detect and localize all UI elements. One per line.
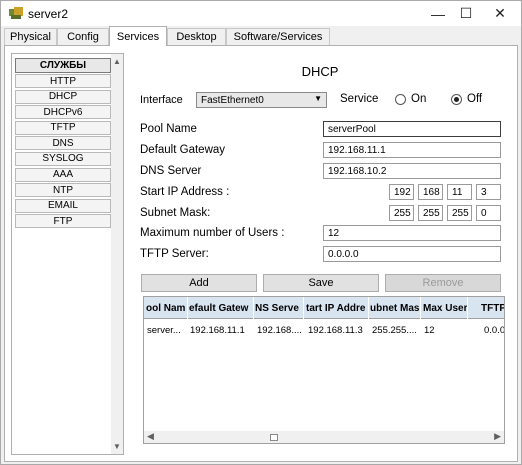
subnet-mask-octet-1[interactable]: 255: [389, 205, 414, 221]
dns-server-label: DNS Server: [140, 165, 202, 177]
start-ip-octet-2[interactable]: 168: [418, 184, 443, 200]
cell-pool-name: server...: [147, 325, 181, 336]
service-item-dhcpv6[interactable]: DHCPv6: [15, 105, 111, 120]
pool-name-field[interactable]: serverPool: [323, 121, 501, 137]
cell-tftp: 0.0.0.0: [484, 325, 505, 336]
services-header: СЛУЖБЫ: [15, 58, 111, 73]
subnet-mask-octet-2[interactable]: 255: [418, 205, 443, 221]
tftp-server-field[interactable]: 0.0.0.0: [323, 246, 501, 262]
service-item-tftp[interactable]: TFTP: [15, 120, 111, 135]
tab-software-services[interactable]: Software/Services: [226, 28, 330, 45]
service-item-syslog[interactable]: SYSLOG: [15, 151, 111, 166]
service-on-label: On: [411, 93, 427, 105]
service-item-dns[interactable]: DNS: [15, 136, 111, 151]
close-icon[interactable]: ✕: [483, 1, 517, 26]
server-app-icon: [9, 7, 23, 19]
service-item-email[interactable]: EMAIL: [15, 198, 111, 213]
subnet-mask-label: Subnet Mask:: [140, 207, 211, 219]
tab-physical[interactable]: Physical: [4, 28, 57, 45]
tftp-server-label: TFTP Server:: [140, 248, 209, 260]
chevron-down-icon: ▼: [314, 94, 322, 103]
save-button[interactable]: Save: [263, 274, 379, 292]
col-tftp[interactable]: TFTP: [481, 297, 504, 319]
services-list: СЛУЖБЫ HTTP DHCP DHCPv6 TFTP DNS SYSLOG …: [15, 58, 111, 230]
interface-label: Interface: [140, 94, 183, 106]
scroll-down-icon[interactable]: ▼: [113, 442, 121, 451]
service-item-aaa[interactable]: AAA: [15, 167, 111, 182]
scroll-thumb[interactable]: [270, 434, 278, 441]
dns-server-field[interactable]: 192.168.10.2: [323, 163, 501, 179]
col-subnet-mask[interactable]: ubnet Mas: [370, 297, 421, 319]
add-button[interactable]: Add: [141, 274, 257, 292]
service-item-dhcp[interactable]: DHCP: [15, 89, 111, 104]
tab-bar: Physical Config Services Desktop Softwar…: [1, 26, 521, 46]
interface-select[interactable]: FastEthernet0 ▼: [196, 92, 327, 108]
server-window: server2 — ☐ ✕ Physical Config Services D…: [0, 0, 522, 465]
table-horizontal-scrollbar[interactable]: ◀ ▶: [144, 431, 504, 443]
remove-button[interactable]: Remove: [385, 274, 501, 292]
service-item-http[interactable]: HTTP: [15, 74, 111, 88]
col-start-ip[interactable]: tart IP Addre: [306, 297, 369, 319]
pool-name-label: Pool Name: [140, 123, 197, 135]
cell-subnet-mask: 255.255....: [372, 325, 417, 336]
window-title: server2: [28, 7, 69, 21]
start-ip-octet-1[interactable]: 192: [389, 184, 414, 200]
service-label: Service: [340, 93, 379, 105]
start-ip-octet-4[interactable]: 3: [476, 184, 501, 200]
scroll-left-icon[interactable]: ◀: [147, 431, 154, 442]
col-max-users[interactable]: Max User: [423, 297, 468, 319]
services-content: СЛУЖБЫ HTTP DHCP DHCPv6 TFTP DNS SYSLOG …: [4, 45, 518, 462]
tab-config[interactable]: Config: [57, 28, 109, 45]
title-bar: server2 — ☐ ✕: [1, 1, 521, 26]
cell-dns-server: 192.168....: [257, 325, 302, 336]
scroll-right-icon[interactable]: ▶: [494, 431, 501, 442]
services-panel: СЛУЖБЫ HTTP DHCP DHCPv6 TFTP DNS SYSLOG …: [11, 53, 124, 455]
subnet-mask-octet-4[interactable]: 0: [476, 205, 501, 221]
tab-desktop[interactable]: Desktop: [167, 28, 226, 45]
max-users-label: Maximum number of Users :: [140, 227, 285, 239]
interface-value: FastEthernet0: [201, 95, 264, 106]
cell-start-ip: 192.168.11.3: [308, 325, 363, 336]
dhcp-pool-table: ool Nam efault Gatew NS Serve tart IP Ad…: [143, 296, 505, 444]
subnet-mask-octet-3[interactable]: 255: [447, 205, 472, 221]
scroll-up-icon[interactable]: ▲: [113, 57, 121, 66]
service-item-ntp[interactable]: NTP: [15, 183, 111, 198]
default-gateway-field[interactable]: 192.168.11.1: [323, 142, 501, 158]
dhcp-title: DHCP: [301, 64, 339, 79]
col-default-gateway[interactable]: efault Gatew: [189, 297, 254, 319]
col-dns-server[interactable]: NS Serve: [255, 297, 304, 319]
service-off-label: Off: [467, 93, 483, 105]
cell-max-users: 12: [424, 325, 435, 336]
table-header: ool Nam efault Gatew NS Serve tart IP Ad…: [144, 297, 504, 319]
tab-services[interactable]: Services: [109, 26, 167, 46]
service-item-ftp[interactable]: FTP: [15, 214, 111, 229]
service-on-radio[interactable]: [395, 94, 406, 105]
max-users-field[interactable]: 12: [323, 225, 501, 241]
cell-default-gateway: 192.168.11.1: [190, 325, 245, 336]
start-ip-octet-3[interactable]: 11: [447, 184, 472, 200]
services-scrollbar[interactable]: ▲ ▼: [111, 54, 123, 454]
service-off-radio[interactable]: [451, 94, 462, 105]
col-pool-name[interactable]: ool Nam: [146, 297, 188, 319]
default-gateway-label: Default Gateway: [140, 144, 226, 156]
start-ip-label: Start IP Address :: [140, 186, 230, 198]
dhcp-panel: DHCP Interface FastEthernet0 ▼ Service O…: [135, 46, 515, 461]
maximize-icon[interactable]: ☐: [449, 1, 483, 26]
